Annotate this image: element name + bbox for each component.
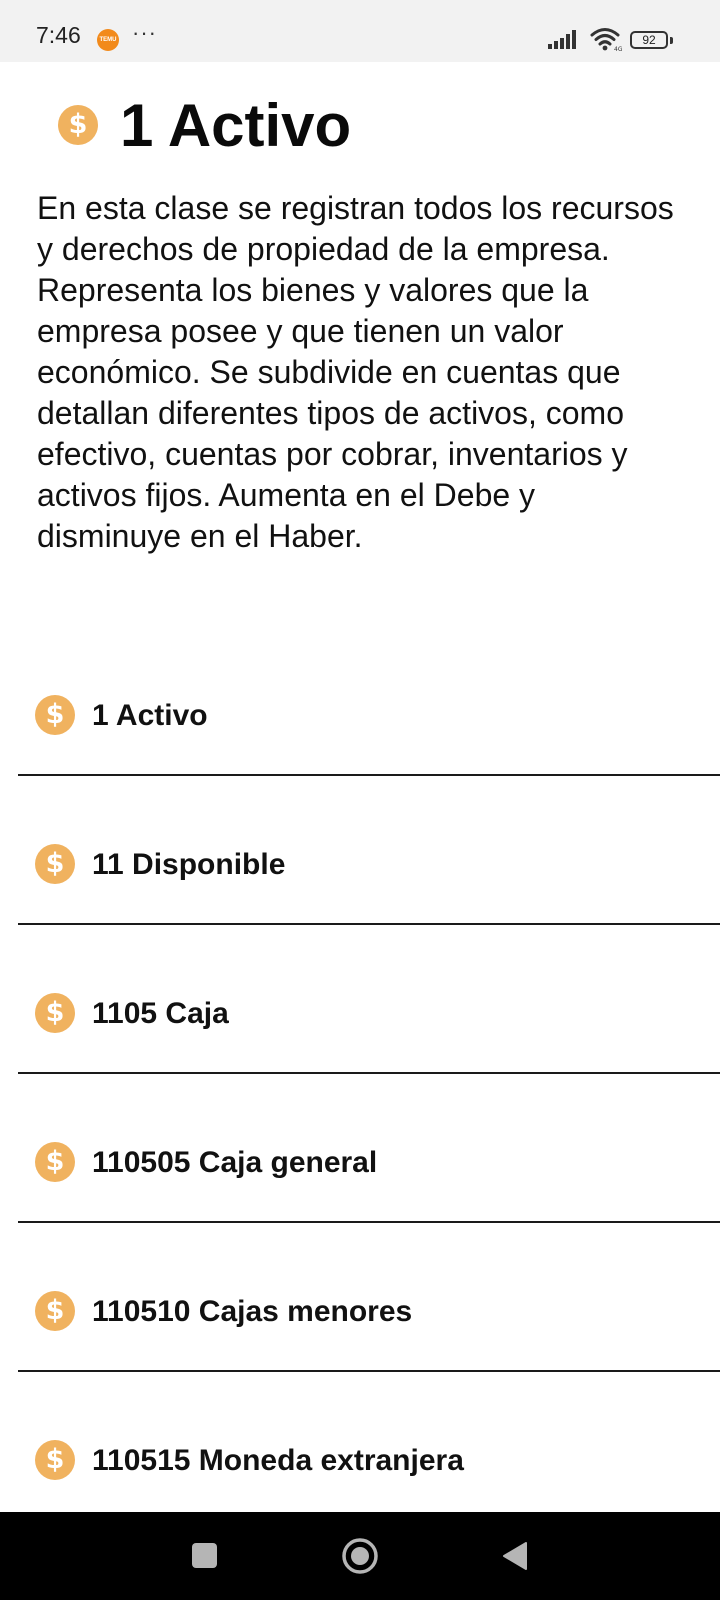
signal-icon (548, 30, 576, 49)
page-title: 1 Activo (120, 92, 352, 159)
account-list-item[interactable]: $ 1 Activo (18, 627, 720, 776)
dollar-icon: $ (35, 993, 75, 1033)
home-icon[interactable] (341, 1537, 379, 1575)
status-bar: 7:46 TEMU ··· 4G 92 (0, 0, 720, 62)
dollar-icon: $ (35, 844, 75, 884)
account-list-item[interactable]: $ 110515 Moneda extranjera (18, 1372, 720, 1521)
account-label: 110505 Caja general (92, 1146, 378, 1179)
dollar-icon: $ (35, 1440, 75, 1480)
battery-cap (670, 37, 673, 44)
battery-icon: 92 (630, 31, 668, 49)
account-label: 1 Activo (92, 699, 208, 732)
status-more-icon: ··· (132, 20, 157, 45)
dollar-icon: $ (35, 1142, 75, 1182)
back-icon[interactable] (502, 1541, 528, 1571)
page-description: En esta clase se registran todos los rec… (37, 190, 674, 554)
svg-text:4G: 4G (614, 46, 622, 52)
account-list-item[interactable]: $ 110510 Cajas menores (18, 1223, 720, 1372)
account-list-item[interactable]: $ 110505 Caja general (18, 1074, 720, 1223)
account-label: 11 Disponible (92, 848, 286, 881)
dollar-icon: $ (35, 1291, 75, 1331)
dollar-icon: $ (58, 105, 98, 145)
status-time: 7:46 (36, 22, 81, 48)
account-label: 110515 Moneda extranjera (92, 1444, 464, 1477)
battery-level: 92 (642, 33, 656, 47)
account-list-item[interactable]: $ 11 Disponible (18, 776, 720, 925)
navigation-bar (0, 1512, 720, 1600)
dollar-icon: $ (35, 695, 75, 735)
temu-app-icon: TEMU (97, 29, 119, 51)
recents-icon[interactable] (192, 1543, 217, 1568)
wifi-icon: 4G (590, 28, 622, 52)
account-list-item[interactable]: $ 1105 Caja (18, 925, 720, 1074)
account-list: $ 1 Activo $ 11 Disponible $ 1105 Caja $… (0, 627, 720, 1521)
account-label: 110510 Cajas menores (92, 1295, 413, 1328)
account-label: 1105 Caja (92, 997, 229, 1030)
